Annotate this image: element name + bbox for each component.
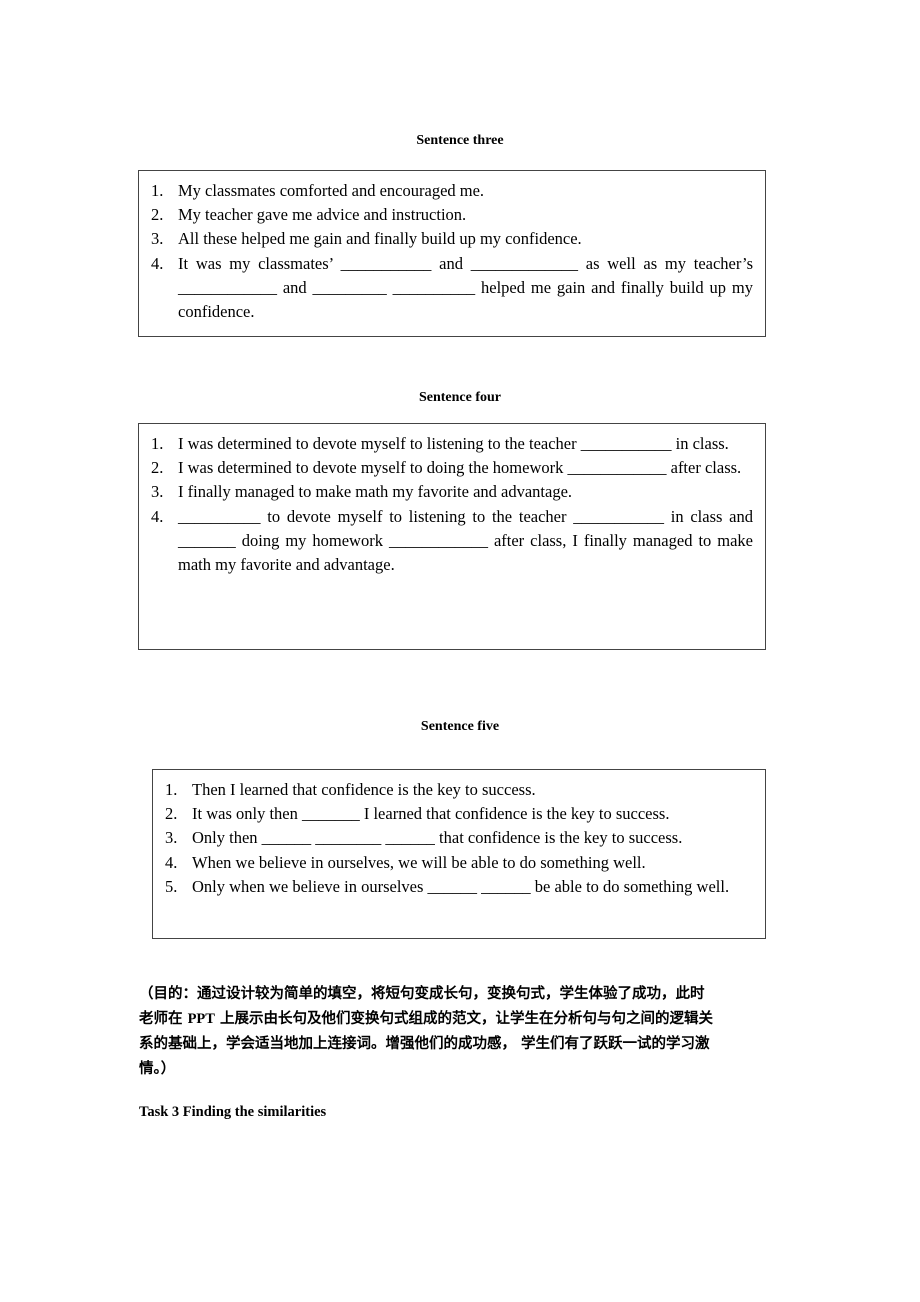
exercise-box-sentence-three: 1. My classmates comforted and encouraged…	[138, 170, 766, 337]
item-text: I was determined to devote myself to doi…	[178, 458, 742, 478]
section-heading-sentence-five: Sentence five	[420, 719, 500, 734]
note-text: 老师在	[139, 1011, 188, 1027]
item-number: 3.	[151, 482, 164, 502]
exercise-item: 3. All these helped me gain and finally b…	[151, 227, 753, 251]
item-text: Only when we believe in ourselves ______…	[192, 876, 730, 896]
purpose-note-line: 老师在 PPT 上展示由长句及他们变换句式组成的范文，让学生在分析句与句之间的逻…	[139, 1007, 781, 1032]
item-text: My classmates comforted and encouraged m…	[178, 181, 485, 200]
item-number: 2.	[151, 458, 164, 478]
exercise-item: 4. It was my classmates’ ___________ and …	[151, 252, 753, 325]
section-heading-sentence-four: Sentence four	[418, 390, 502, 405]
item-number: 2.	[165, 804, 178, 824]
item-text: When we believe in ourselves, we will be…	[192, 852, 646, 872]
item-text: My teacher gave me advice and instructio…	[178, 205, 467, 225]
item-number: 5.	[165, 876, 178, 896]
item-number: 3.	[165, 828, 178, 848]
exercise-item: 5. Only when we believe in ourselves ____…	[165, 875, 753, 899]
note-ppt-term: PPT	[187, 1011, 215, 1027]
exercise-item: 2. I was determined to devote myself to d…	[151, 456, 753, 480]
purpose-note: （目的：通过设计较为简单的填空，将短句变成长句，变换句式，学生体验了成功，此时 …	[139, 982, 781, 1082]
exercise-item: 1. I was determined to devote myself to l…	[151, 432, 753, 456]
item-text: It was only then _______ I learned that …	[192, 804, 670, 824]
item-text: Only then ______ ________ ______ that co…	[192, 828, 683, 848]
purpose-note-line: 系的基础上，学会适当地加上连接词。增强他们的成功感， 学生们有了跃跃一试的学习激	[139, 1036, 710, 1052]
item-number: 4.	[151, 253, 164, 273]
item-number: 4.	[165, 852, 178, 872]
item-text: Then I learned that confidence is the ke…	[192, 780, 536, 799]
exercise-item: 2. It was only then _______ I learned tha…	[165, 802, 753, 826]
exercise-box-sentence-five: 1. Then I learned that confidence is the …	[152, 769, 766, 939]
purpose-note-line: （目的：通过设计较为简单的填空，将短句变成长句，变换句式，学生体验了成功，此时	[139, 986, 705, 1002]
purpose-note-line: 情。）	[139, 1061, 176, 1077]
item-text: All these helped me gain and finally bui…	[178, 229, 582, 249]
item-number: 2.	[151, 205, 164, 225]
exercise-item: 3. Only then ______ ________ ______ that …	[165, 826, 753, 850]
item-text: __________ to devote myself to listening…	[178, 506, 753, 575]
section-heading-sentence-three: Sentence three	[416, 133, 504, 148]
item-number: 4.	[151, 506, 164, 526]
item-number: 1.	[151, 434, 164, 453]
exercise-item: 2. My teacher gave me advice and instruct…	[151, 203, 753, 227]
item-number: 1.	[165, 780, 178, 799]
item-text: It was my classmates’ ___________ and __…	[178, 253, 753, 322]
exercise-item: 4. When we believe in ourselves, we will …	[165, 851, 753, 875]
exercise-item: 3. I finally managed to make math my favo…	[151, 480, 753, 504]
item-text: I finally managed to make math my favori…	[178, 482, 573, 502]
exercise-item: 1. Then I learned that confidence is the …	[165, 778, 753, 802]
note-text: 上展示由长句及他们变换句式组成的范文，让学生在分析句与句之间的逻辑关	[214, 1011, 713, 1027]
exercise-item: 1. My classmates comforted and encouraged…	[151, 179, 753, 203]
exercise-item: 4. __________ to devote myself to listeni…	[151, 505, 753, 578]
item-number: 3.	[151, 229, 164, 249]
item-number: 1.	[151, 181, 164, 200]
item-text: I was determined to devote myself to lis…	[178, 434, 729, 453]
task-heading: Task 3 Finding the similarities	[139, 1104, 327, 1120]
exercise-box-sentence-four: 1. I was determined to devote myself to l…	[138, 423, 766, 650]
